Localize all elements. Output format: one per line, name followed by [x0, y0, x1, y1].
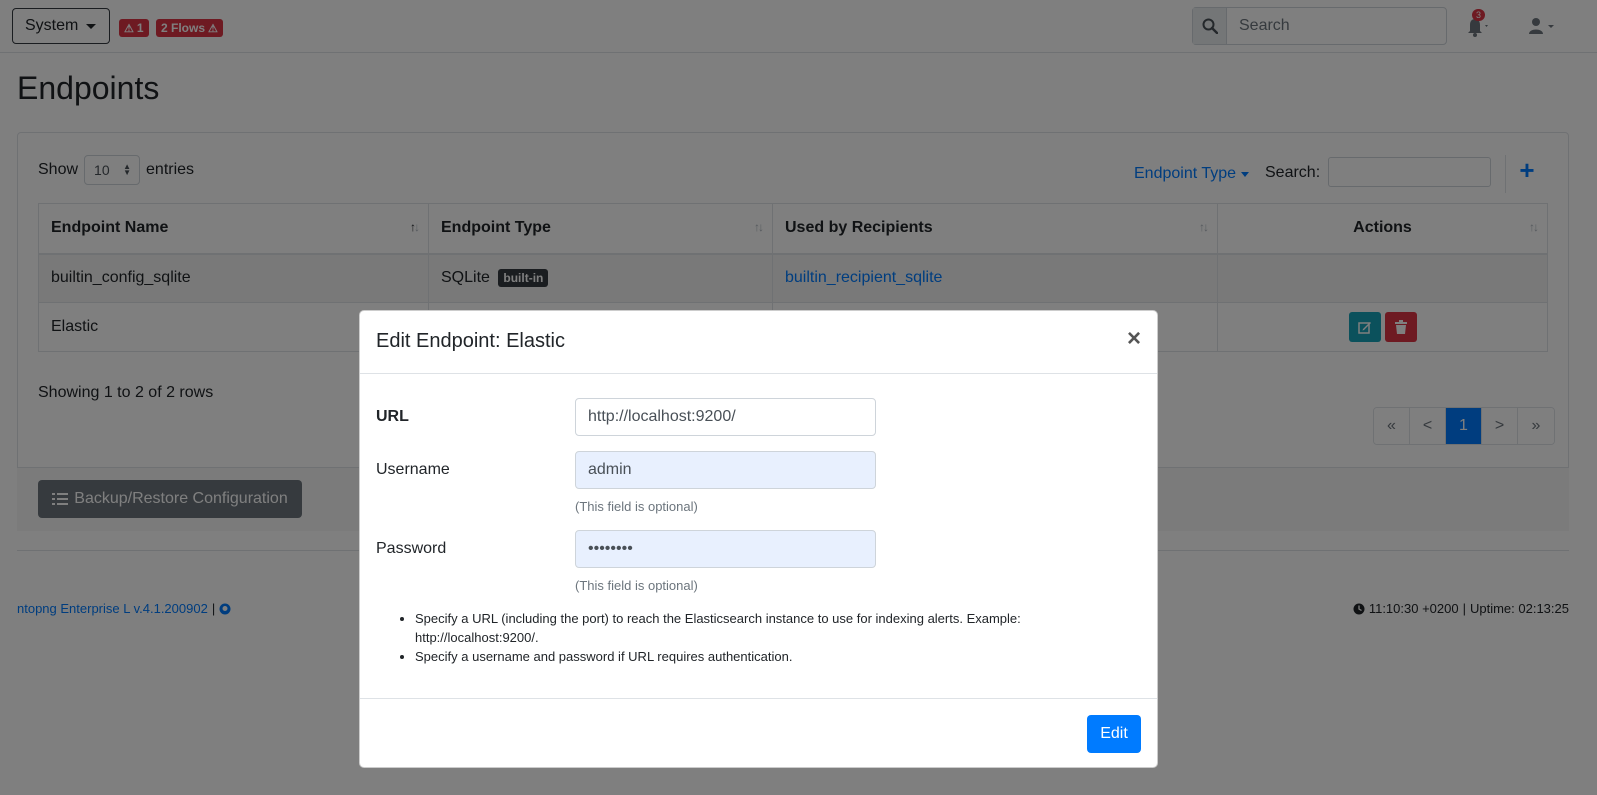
- password-help-text: (This field is optional): [575, 578, 698, 593]
- close-icon[interactable]: ×: [1127, 327, 1141, 351]
- edit-endpoint-modal: Edit Endpoint: Elastic × URL http://loca…: [359, 310, 1158, 768]
- username-label: Username: [376, 461, 450, 478]
- edit-button[interactable]: Edit: [1087, 715, 1141, 753]
- url-field[interactable]: http://localhost:9200/: [575, 398, 876, 436]
- url-label: URL: [376, 408, 409, 425]
- username-field[interactable]: admin: [575, 451, 876, 489]
- help-notes: Specify a URL (including the port) to re…: [415, 609, 1095, 666]
- help-note: Specify a URL (including the port) to re…: [415, 609, 1095, 647]
- password-label: Password: [376, 540, 447, 557]
- modal-title: Edit Endpoint: Elastic: [376, 330, 565, 352]
- help-note: Specify a username and password if URL r…: [415, 647, 1095, 666]
- modal-header: Edit Endpoint: Elastic ×: [360, 311, 1157, 374]
- username-help-text: (This field is optional): [575, 499, 698, 514]
- password-field[interactable]: ••••••••: [575, 530, 876, 568]
- modal-footer-divider: [360, 698, 1157, 699]
